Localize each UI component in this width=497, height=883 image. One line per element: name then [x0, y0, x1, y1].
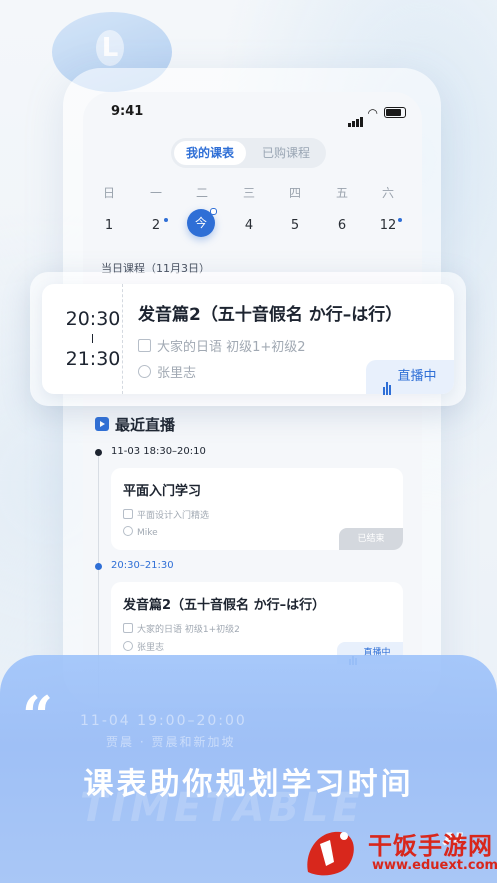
battery-icon — [384, 107, 406, 118]
play-icon — [138, 339, 151, 352]
tab-purchased-courses[interactable]: 已购课程 — [249, 141, 323, 165]
watermark-title: 干饭手游网 — [368, 832, 493, 860]
week-col-mon[interactable]: 一 2 — [138, 184, 174, 233]
course-name: 大家的日语 初级1+初级2 — [137, 625, 240, 635]
tab-my-schedule[interactable]: 我的课表 — [174, 141, 246, 165]
featured-class-card[interactable]: 20:30 21:30 发音篇2（五十音假名 か行–は行） 大家的日语 初级1+… — [42, 284, 454, 395]
timeline-time: 20:30–21:30 — [111, 560, 174, 571]
week-col-fri[interactable]: 五 6 — [324, 184, 360, 233]
live-card-title: 平面入门学习 — [123, 484, 202, 499]
live-card[interactable]: 平面入门学习 平面设计入门精选 Mike 已结束 — [111, 468, 403, 550]
course-name: 平面设计入门精选 — [137, 511, 210, 521]
timeline-time: 11-03 18:30–20:10 — [111, 446, 206, 457]
live-card[interactable]: 发音篇2（五十音假名 か行–は行） 大家的日语 初级1+初级2 张里志 直播中 — [111, 582, 403, 665]
recent-live-title: 最近直播 — [115, 416, 176, 434]
segment-control: 我的课表 已购课程 — [171, 138, 326, 168]
date-label: 4 — [244, 218, 254, 233]
user-icon — [123, 526, 133, 536]
play-icon — [123, 509, 133, 519]
week-col-sat[interactable]: 六 12 — [370, 184, 406, 233]
logo-l-icon: L — [96, 30, 124, 66]
live-bars-icon — [383, 361, 392, 395]
status-time: 9:41 — [111, 104, 144, 119]
teacher-name: 张里志 — [157, 366, 197, 381]
quote-open-icon: “ — [22, 684, 54, 748]
course-name: 大家的日语 初级1+初级2 — [157, 340, 306, 355]
date-label: 6 — [337, 218, 347, 233]
weekday-label: 五 — [335, 186, 348, 200]
has-class-dot — [210, 208, 217, 215]
status-bar: 9:41 ◠ — [83, 92, 422, 132]
week-col-tue[interactable]: 二 今 — [184, 184, 220, 237]
time-separator — [92, 334, 93, 343]
weekday-label: 六 — [381, 186, 394, 200]
class-start-time: 20:30 — [65, 308, 121, 330]
featured-class-title: 发音篇2（五十音假名 か行–は行） — [138, 305, 403, 325]
has-class-dot — [164, 218, 168, 222]
course-line: 大家的日语 初级1+初级2 — [138, 336, 306, 355]
teacher-name: Mike — [137, 528, 158, 538]
has-class-dot — [398, 218, 402, 222]
wifi-icon: ◠ — [367, 106, 378, 120]
weekday-label: 二 — [195, 186, 208, 200]
teacher-name: 张里志 — [137, 643, 165, 653]
course-line: 平面设计入门精选 — [123, 508, 209, 521]
class-end-time: 21:30 — [65, 348, 121, 370]
weekday-label: 三 — [242, 186, 255, 200]
status-badge-live[interactable]: 直播中 — [366, 360, 454, 395]
user-icon — [138, 365, 151, 378]
course-line: 大家的日语 初级1+初级2 — [123, 622, 240, 635]
weekday-label: 一 — [149, 186, 162, 200]
date-label: 2 — [151, 218, 161, 233]
teacher-line: Mike — [123, 526, 158, 538]
watermark-logo-icon — [307, 831, 354, 876]
date-label: 5 — [290, 218, 300, 233]
signal-icon — [348, 108, 364, 127]
faded-card-title: 贾晨 · 贾晨和新加坡 — [106, 735, 236, 749]
status-badge-ended: 已结束 — [339, 528, 403, 550]
timeline-dot — [95, 449, 102, 456]
week-col-wed[interactable]: 三 4 — [231, 184, 267, 233]
badge-label: 直播中 — [397, 369, 437, 384]
week-col-thu[interactable]: 四 5 — [277, 184, 313, 233]
teacher-line: 张里志 — [123, 640, 164, 653]
week-col-sun[interactable]: 日 1 — [91, 184, 127, 233]
timeline-dot — [95, 563, 102, 570]
weekday-label: 四 — [288, 186, 301, 200]
watermark-url: www.eduext.com — [372, 858, 497, 873]
date-label: 1 — [104, 218, 114, 233]
live-card-title: 发音篇2（五十音假名 か行–は行） — [123, 598, 326, 613]
dashed-divider — [122, 284, 123, 394]
faded-timeline-time: 11-04 19:00–20:00 — [80, 713, 247, 729]
teacher-line: 张里志 — [138, 362, 196, 381]
play-icon — [123, 623, 133, 633]
user-icon — [123, 641, 133, 651]
weekday-label: 日 — [102, 186, 115, 200]
live-tv-icon — [95, 417, 109, 431]
